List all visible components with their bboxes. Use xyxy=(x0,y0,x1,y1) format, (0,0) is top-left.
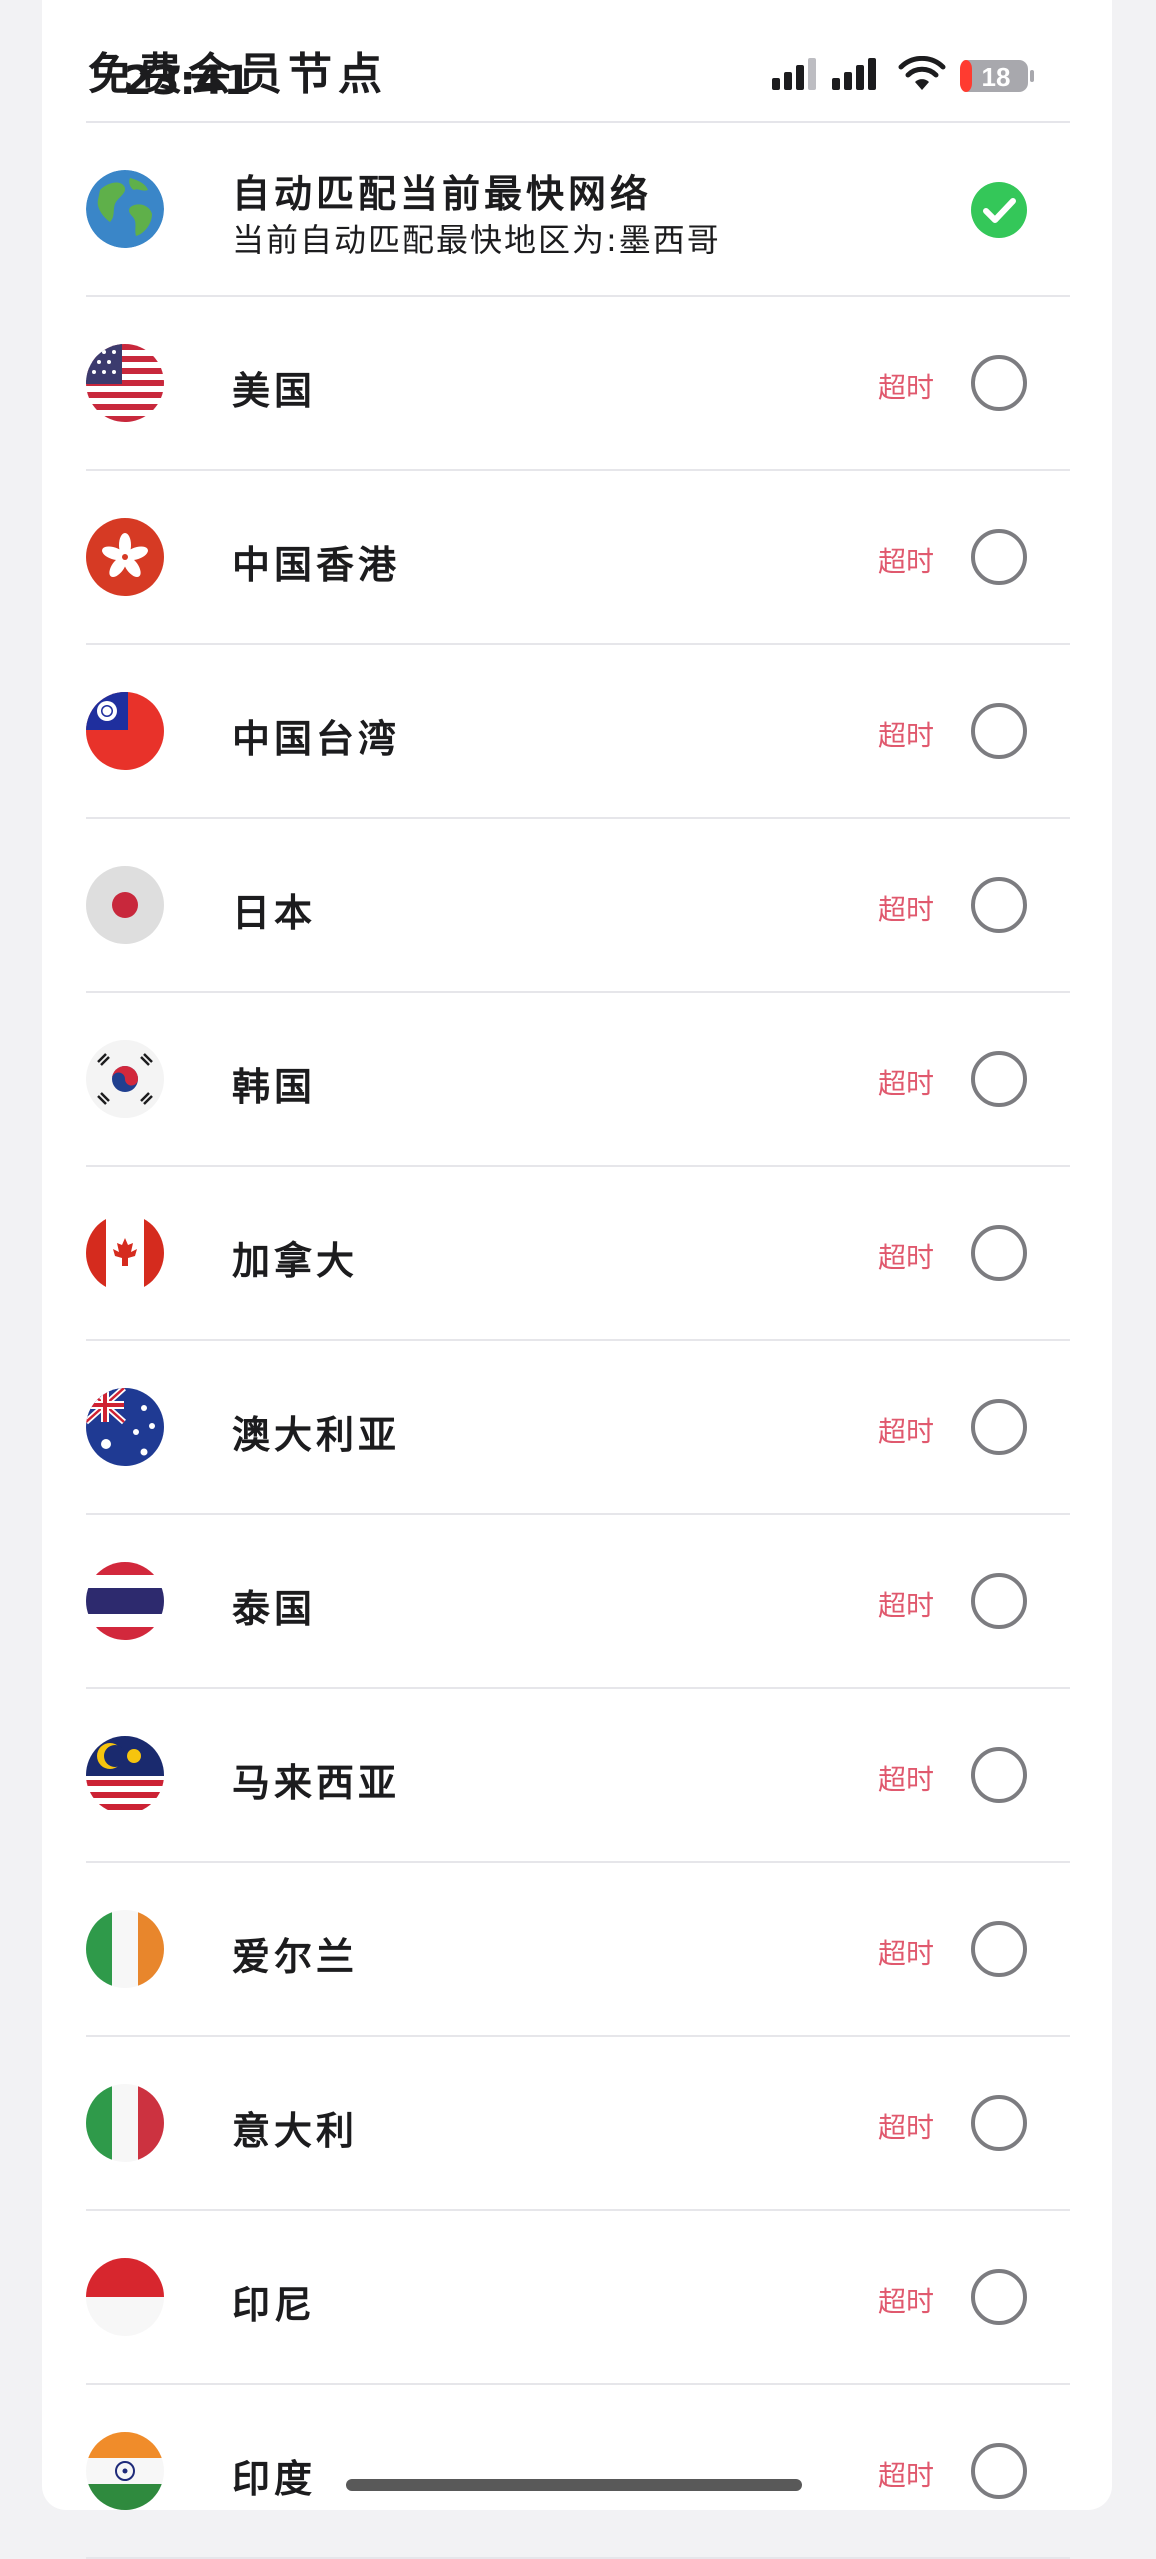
radio-button[interactable] xyxy=(971,1399,1027,1455)
my-flag-icon xyxy=(86,1736,164,1814)
node-name: 美国 xyxy=(232,369,317,413)
node-status: 超时 xyxy=(878,1241,935,1274)
in-flag-icon xyxy=(86,2432,164,2510)
jp-flag-icon xyxy=(86,866,164,944)
node-row-kr[interactable]: 韩国 超时 xyxy=(86,993,1070,1167)
kr-flag-icon xyxy=(86,1040,164,1118)
auto-match-title: 自动匹配当前最快网络 xyxy=(232,172,653,216)
node-row-it[interactable]: 意大利 超时 xyxy=(86,2037,1070,2211)
signal-icon xyxy=(832,58,876,90)
radio-button[interactable] xyxy=(971,355,1027,411)
radio-button[interactable] xyxy=(971,2095,1027,2151)
radio-button[interactable] xyxy=(971,1051,1027,1107)
battery-icon: 18 xyxy=(960,60,1034,92)
radio-button[interactable] xyxy=(971,1225,1027,1281)
globe-icon xyxy=(86,170,164,248)
node-name: 日本 xyxy=(232,891,317,935)
node-row-ie[interactable]: 爱尔兰 超时 xyxy=(86,1863,1070,2037)
node-status: 超时 xyxy=(878,1067,935,1100)
radio-button[interactable] xyxy=(971,2269,1027,2325)
auto-match-subtitle: 当前自动匹配最快地区为:墨西哥 xyxy=(232,221,721,259)
node-status: 超时 xyxy=(878,1415,935,1448)
node-status: 超时 xyxy=(878,2459,935,2492)
battery-level: 18 xyxy=(982,62,1011,92)
node-status: 超时 xyxy=(878,1937,935,1970)
tw-flag-icon xyxy=(86,692,164,770)
node-status: 超时 xyxy=(878,1763,935,1796)
node-name: 澳大利亚 xyxy=(232,1413,401,1457)
node-list: 自动匹配当前最快网络 当前自动匹配最快地区为:墨西哥 美国 超时 中国香港 超时… xyxy=(86,123,1070,2559)
node-status: 超时 xyxy=(878,719,935,752)
node-name: 中国台湾 xyxy=(232,717,401,761)
it-flag-icon xyxy=(86,2084,164,2162)
us-flag-icon xyxy=(86,344,164,422)
radio-button[interactable] xyxy=(971,877,1027,933)
node-status: 超时 xyxy=(878,2285,935,2318)
node-name: 泰国 xyxy=(232,1587,317,1631)
node-name: 印度 xyxy=(232,2457,317,2501)
ie-flag-icon xyxy=(86,1910,164,1988)
node-name: 印尼 xyxy=(232,2283,317,2327)
checkmark-icon[interactable] xyxy=(969,180,1029,240)
auto-match-row[interactable]: 自动匹配当前最快网络 当前自动匹配最快地区为:墨西哥 xyxy=(86,123,1070,297)
node-row-id[interactable]: 印尼 超时 xyxy=(86,2211,1070,2385)
node-row-in[interactable]: 印度 超时 xyxy=(86,2385,1070,2559)
node-name: 爱尔兰 xyxy=(232,1935,359,1979)
node-status: 超时 xyxy=(878,1589,935,1622)
status-bar-icons: 18 xyxy=(770,56,1040,100)
signal-icon xyxy=(772,58,816,90)
au-flag-icon xyxy=(86,1388,164,1466)
node-name: 马来西亚 xyxy=(232,1761,401,1805)
node-name: 加拿大 xyxy=(232,1239,359,1283)
node-status: 超时 xyxy=(878,545,935,578)
node-name: 中国香港 xyxy=(232,543,401,587)
status-bar-time: 23:41 xyxy=(124,58,252,104)
node-status: 超时 xyxy=(878,371,935,404)
radio-button[interactable] xyxy=(971,1573,1027,1629)
node-name: 韩国 xyxy=(232,1065,317,1109)
radio-button[interactable] xyxy=(971,529,1027,585)
hk-flag-icon xyxy=(86,518,164,596)
home-indicator[interactable] xyxy=(346,2479,802,2491)
wifi-icon xyxy=(898,56,946,90)
radio-button[interactable] xyxy=(971,2443,1027,2499)
ca-flag-icon xyxy=(86,1214,164,1292)
radio-button[interactable] xyxy=(971,1921,1027,1977)
node-name: 意大利 xyxy=(232,2109,359,2153)
node-row-my[interactable]: 马来西亚 超时 xyxy=(86,1689,1070,1863)
node-status: 超时 xyxy=(878,893,935,926)
node-row-us[interactable]: 美国 超时 xyxy=(86,297,1070,471)
node-row-jp[interactable]: 日本 超时 xyxy=(86,819,1070,993)
node-status: 超时 xyxy=(878,2111,935,2144)
id-flag-icon xyxy=(86,2258,164,2336)
node-row-ca[interactable]: 加拿大 超时 xyxy=(86,1167,1070,1341)
node-row-au[interactable]: 澳大利亚 超时 xyxy=(86,1341,1070,1515)
node-row-th[interactable]: 泰国 超时 xyxy=(86,1515,1070,1689)
node-row-hk[interactable]: 中国香港 超时 xyxy=(86,471,1070,645)
node-row-tw[interactable]: 中国台湾 超时 xyxy=(86,645,1070,819)
radio-button[interactable] xyxy=(971,703,1027,759)
radio-button[interactable] xyxy=(971,1747,1027,1803)
th-flag-icon xyxy=(86,1562,164,1640)
